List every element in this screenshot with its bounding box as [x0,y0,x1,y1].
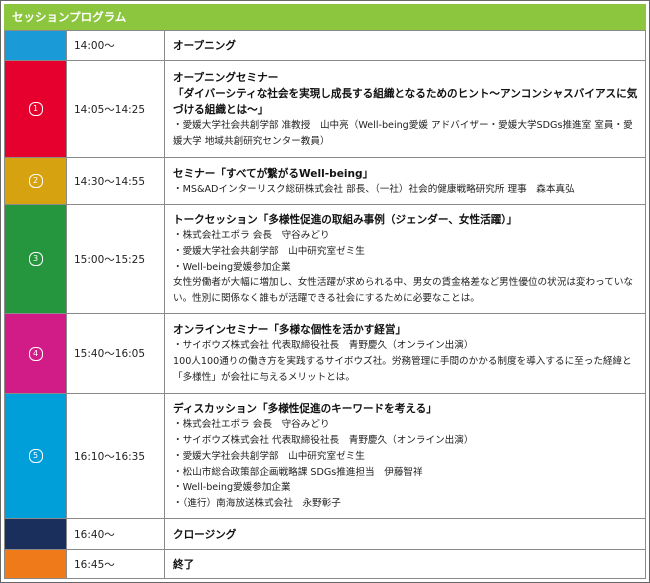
time-cell: 16:45〜 [66,549,165,579]
session-number-badge: 4 [28,346,43,361]
row-color-cell: 2 [4,157,67,205]
session-title: トークセッション「多様性促進の取組み事例（ジェンダー、女性活躍）」 [173,214,518,226]
time-cell: 16:40〜 [66,518,165,550]
section-header: セッションプログラム [4,4,646,30]
row-color-cell: 1 [4,60,67,158]
content-cell: 終了 [164,549,646,579]
speaker-line: ・Well-being愛媛参加企業 [173,482,291,494]
session-title: ディスカッション「多様性促進のキーワードを考える」 [173,403,437,416]
session-number-badge: 3 [28,252,43,266]
speaker-line: ・愛媛大学社会共創学部 山中研究室ゼミ生 [173,245,365,257]
session-number-badge: 2 [28,174,43,188]
content-cell: ディスカッション「多様性促進のキーワードを考える」 ・株式会社エポラ 会長 守谷… [164,393,646,519]
speaker-line: ・サイボウズ株式会社 代表取締役社長 青野慶久（オンライン出演） [173,434,474,446]
content-cell: オンラインセミナー「多様な個性を活かす経営」 ・サイボウズ株式会社 代表取締役社… [164,313,646,394]
row-color-cell: 5 [4,393,67,519]
speaker-line: ・株式会社エポラ 会長 守谷みどり [173,230,330,241]
session-program-table: 14:00〜 オープニング 1 14:05〜14:25 オープニングセミナー 「… [4,30,646,579]
table-row: 5 16:10〜16:35 ディスカッション「多様性促進のキーワードを考える」 … [4,393,646,519]
speaker-line: ・（進行）南海放送株式会社 永野彰子 [173,498,341,510]
session-number-badge: 5 [28,449,43,463]
content-cell: オープニングセミナー 「ダイバーシティな社会を実現し成長する組織となるためのヒン… [164,60,646,158]
speaker-line: ・MS&ADインターリスク総研株式会社 部長、（一社）社会的健康戦略研究所 理事… [173,183,575,195]
speaker-line: ・Well-being愛媛参加企業 [173,261,291,273]
session-title: オンラインセミナー「多様な個性を活かす経営」 [173,324,407,337]
session-title: オープニング [173,40,236,52]
content-cell: セミナー「すべてが繋がるWell-being」 ・MS&ADインターリスク総研株… [164,157,646,205]
content-cell: クロージング [164,518,646,550]
table-row: 1 14:05〜14:25 オープニングセミナー 「ダイバーシティな社会を実現し… [4,60,646,158]
session-title: セミナー「すべてが繋がるWell-being」 [173,167,374,180]
speaker-line: ・愛媛大学社会共創学部 山中研究室ゼミ生 [173,450,365,462]
row-color-cell [4,549,67,579]
table-row: 3 15:00〜15:25 トークセッション「多様性促進の取組み事例（ジェンダー… [4,204,646,314]
table-row: 4 15:40〜16:05 オンラインセミナー「多様な個性を活かす経営」 ・サイ… [4,313,646,394]
table-row: 16:40〜 クロージング [4,518,646,550]
time-cell: 14:00〜 [66,30,165,61]
time-cell: 15:40〜16:05 [66,313,165,394]
content-cell: トークセッション「多様性促進の取組み事例（ジェンダー、女性活躍）」 ・株式会社エ… [164,204,646,314]
row-color-cell [4,518,67,550]
table-row: 16:45〜 終了 [4,549,646,579]
time-cell: 14:05〜14:25 [66,60,165,158]
session-title: オープニングセミナー [173,71,279,84]
description-text: 女性労働者が大幅に増加し、女性活躍が求められる中、男女の賃金格差など男性優位の状… [173,277,634,305]
row-color-cell: 3 [4,204,67,314]
row-color-cell [4,30,67,61]
session-title: クロージング [173,528,237,541]
row-color-cell: 4 [4,313,67,394]
speaker-line: ・サイボウズ株式会社 代表取締役社長 青野慶久（オンライン出演） [173,340,474,352]
time-cell: 15:00〜15:25 [66,204,165,314]
speaker-line: ・愛媛大学社会共創学部 准教授 山中亮（Well-being愛媛 アドバイザー・… [173,119,633,147]
time-cell: 16:10〜16:35 [66,393,165,519]
session-number-badge: 1 [28,102,43,116]
content-cell: オープニング [164,30,646,61]
speaker-line: ・株式会社エポラ 会長 守谷みどり [173,419,330,431]
description-text: 100人100通りの働き方を実践するサイボウズ社。労務管理に手間のかかる制度を導… [173,356,632,383]
table-row: 14:00〜 オープニング [4,30,646,61]
session-title: 終了 [173,558,195,571]
speaker-line: ・松山市総合政策部企画戦略課 SDGs推進担当 伊藤智祥 [173,466,423,478]
time-cell: 14:30〜14:55 [66,157,165,205]
table-row: 2 14:30〜14:55 セミナー「すべてが繋がるWell-being」 ・M… [4,157,646,205]
session-subtitle: 「ダイバーシティな社会を実現し成長する組織となるためのヒント〜アンコンシャスバイ… [173,87,638,116]
program-frame: セッションプログラム 14:00〜 オープニング 1 14:05〜14:25 オ… [0,0,650,583]
